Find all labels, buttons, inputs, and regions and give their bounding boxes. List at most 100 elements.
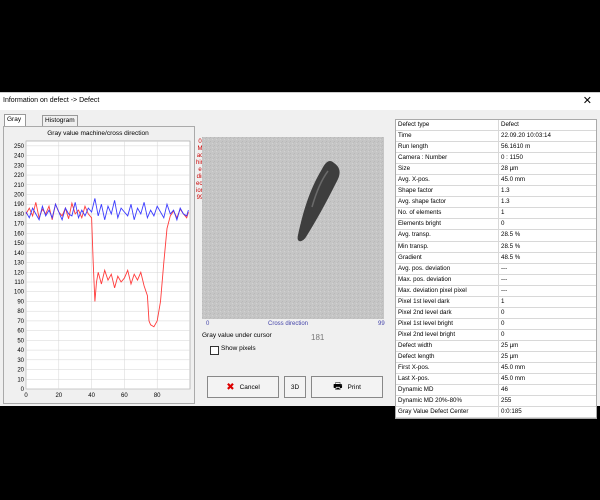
property-row: Pixel 2nd level dark 0 [396, 307, 596, 319]
property-key: Max. deviation pixel pixel [396, 285, 499, 296]
property-row: Defect width 25 µm [396, 340, 596, 352]
property-key: Min transp. [396, 241, 499, 252]
printer-icon: 🖶 [333, 380, 343, 392]
property-row: Max. pos. deviation --- [396, 274, 596, 286]
property-key: Avg. transp. [396, 230, 499, 241]
defect-image[interactable] [202, 137, 384, 319]
property-key: Pixel 2nd level dark [396, 307, 499, 318]
property-key: Shape factor [396, 186, 499, 197]
property-key: Pixel 2nd level bright [396, 329, 499, 340]
cd-tick-end: 99 [378, 321, 385, 327]
x-tick-label: 60 [121, 393, 128, 399]
property-row: Elements bright 0 [396, 219, 596, 231]
property-value: 0 [501, 308, 505, 316]
close-icon[interactable]: ✕ [583, 94, 592, 107]
y-tick-label: 130 [14, 261, 25, 267]
property-row: Defect type Defect [396, 120, 596, 132]
property-row: Size 28 µm [396, 164, 596, 176]
y-tick-label: 250 [14, 144, 25, 150]
property-row: Last X-pos. 45.0 mm [396, 374, 596, 386]
property-value: 45.0 mm [501, 375, 526, 383]
defect-image-graphic [202, 137, 384, 319]
property-key: Last X-pos. [396, 374, 499, 385]
property-key: Avg. X-pos. [396, 175, 499, 186]
image-background [202, 137, 384, 319]
cd-tick-start: 0 [206, 321, 210, 327]
property-key: Time [396, 131, 499, 142]
property-key: Run length [396, 142, 499, 153]
property-key: Camera : Number [396, 153, 499, 164]
property-key: Pixel 1st level dark [396, 296, 499, 307]
y-tick-label: 100 [14, 290, 25, 296]
property-key: Pixel 1st level bright [396, 318, 499, 329]
property-value: 0 : 1150 [501, 154, 523, 162]
property-value: 0 [501, 319, 505, 327]
property-key: Dynamic MD [396, 385, 499, 396]
cross-direction-label: Cross direction [268, 321, 309, 327]
print-label: Print [347, 383, 361, 391]
y-tick-label: 20 [17, 368, 24, 374]
y-tick-label: 190 [14, 202, 25, 208]
y-tick-label: 60 [17, 329, 24, 335]
property-row: Gradient 48.5 % [396, 252, 596, 264]
x-tick-label: 40 [88, 393, 95, 399]
property-value: --- [501, 275, 508, 283]
y-tick-label: 240 [14, 154, 25, 160]
property-row: Avg. pos. deviation --- [396, 263, 596, 275]
property-value: 22.09.20 10:03:14 [501, 132, 551, 140]
property-row: Max. deviation pixel pixel --- [396, 285, 596, 297]
show-pixels-checkbox[interactable] [210, 346, 219, 355]
y-tick-label: 230 [14, 163, 25, 169]
property-key: Defect length [396, 351, 499, 363]
cancel-icon: ✖ [226, 381, 235, 393]
cancel-button[interactable]: ✖ Cancel [207, 376, 279, 398]
property-row: Pixel 2nd level bright 0 [396, 329, 596, 341]
view-3d-button[interactable]: 3D [284, 376, 306, 398]
property-value: 0 [501, 220, 505, 228]
y-tick-label: 160 [14, 231, 25, 237]
property-key: Defect width [396, 340, 499, 351]
window-title: Information on defect -> Defect [3, 97, 100, 104]
view-3d-label: 3D [290, 383, 300, 391]
property-row: Camera : Number 0 : 1150 [396, 153, 596, 165]
property-key: Avg. shape factor [396, 197, 499, 208]
x-tick-label: 20 [55, 393, 62, 399]
y-tick-label: 30 [17, 358, 24, 364]
y-tick-label: 210 [14, 183, 25, 189]
property-row: Defect length 25 µm [396, 351, 596, 364]
property-value: 1 [501, 297, 505, 305]
tab-histogram[interactable]: Histogram [42, 115, 78, 126]
property-value: --- [501, 264, 508, 272]
gray-value-chart: 0 10 20 30 40 50 60 70 80 90 100 110 120 130 140 150 160… [14, 140, 191, 399]
property-key: Avg. pos. deviation [396, 263, 499, 274]
property-value: 0:0:185 [501, 408, 522, 416]
y-tick-label: 180 [14, 212, 25, 218]
y-tick-label: 140 [14, 251, 25, 257]
property-key: Gradient [396, 252, 499, 263]
gray-value-panel: Gray value machine/cross direction 0 10 20… [3, 126, 195, 404]
property-row: Min transp. 28.5 % [396, 241, 596, 253]
property-value: 25 µm [501, 352, 519, 360]
show-pixels-label: Show pixels [221, 345, 256, 352]
property-key: Defect type [396, 120, 499, 131]
y-tick-label: 220 [14, 173, 25, 179]
y-tick-label: 150 [14, 241, 25, 247]
property-key: Max. pos. deviation [396, 274, 499, 285]
property-row: Dynamic MD 20%-80% 255 [396, 396, 596, 408]
property-key: Size [396, 164, 499, 175]
property-row: Dynamic MD 46 [396, 385, 596, 397]
gray-value-under-cursor-label: Gray value under cursor [202, 332, 272, 339]
tab-gray-value[interactable]: Gray value [4, 114, 26, 133]
property-value: 48.5 % [501, 253, 521, 261]
gray-value-under-cursor-value: 181 [311, 333, 325, 342]
property-value: 0 [501, 330, 505, 338]
property-value: 28.5 % [501, 231, 521, 239]
y-tick-label: 200 [14, 192, 25, 198]
y-tick-label: 10 [17, 377, 24, 383]
property-value: --- [501, 286, 508, 294]
property-row: Avg. shape factor 1.3 [396, 197, 596, 209]
y-tick-label: 90 [17, 299, 24, 305]
property-value: 1.3 [501, 198, 510, 206]
print-button[interactable]: 🖶 Print [311, 376, 383, 398]
property-value: 28.5 % [501, 242, 521, 250]
